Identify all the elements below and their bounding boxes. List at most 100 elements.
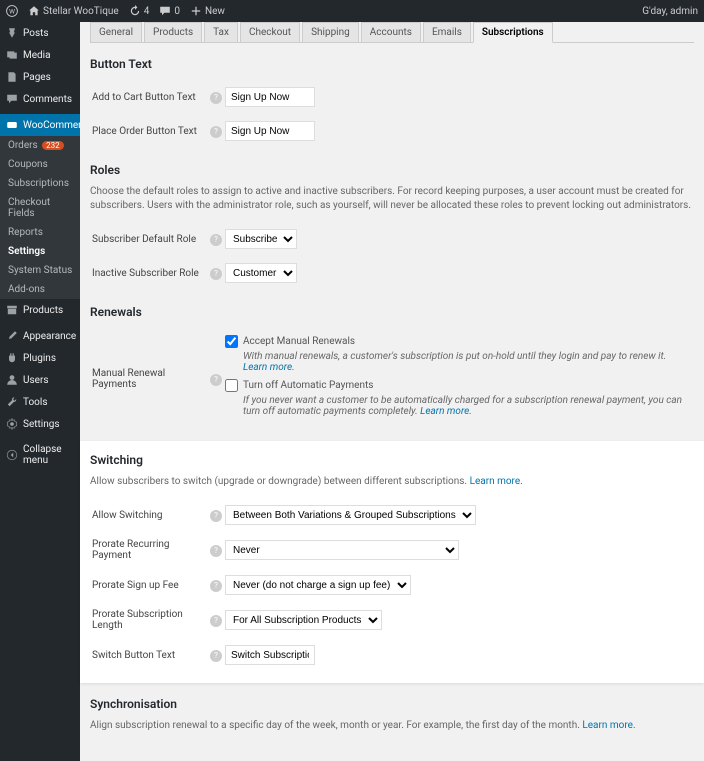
site-name[interactable]: Stellar WooTique	[28, 5, 119, 17]
sync-heading: Synchronisation	[90, 697, 694, 711]
help-icon[interactable]: ?	[210, 580, 222, 592]
wp-logo[interactable]: W	[6, 5, 18, 17]
new-content[interactable]: New	[190, 5, 225, 17]
comments-count[interactable]: 0	[159, 5, 180, 17]
learn-more-link[interactable]: Learn more	[582, 720, 633, 731]
inactive-role-label: Inactive Subscriber Role	[92, 257, 207, 289]
tab-tax[interactable]: Tax	[204, 22, 238, 42]
add-to-cart-label: Add to Cart Button Text	[92, 81, 207, 113]
help-icon[interactable]: ?	[210, 126, 222, 138]
learn-more-link[interactable]: Learn more	[243, 362, 292, 373]
turnoff-auto-label: Turn off Automatic Payments	[243, 380, 373, 391]
woocommerce-submenu: Orders 232 Coupons Subscriptions Checkou…	[0, 136, 80, 299]
help-icon[interactable]: ?	[210, 268, 222, 280]
place-order-input[interactable]	[225, 121, 315, 141]
wrench-icon	[6, 396, 18, 408]
help-icon[interactable]: ?	[210, 374, 222, 386]
user-icon	[6, 374, 18, 386]
comment-icon	[159, 5, 171, 17]
menu-users[interactable]: Users	[0, 369, 80, 391]
tab-shipping[interactable]: Shipping	[302, 22, 359, 42]
renewals-heading: Renewals	[90, 305, 694, 319]
help-icon[interactable]: ?	[210, 510, 222, 522]
menu-woocommerce[interactable]: WooCommerce	[0, 114, 80, 136]
tab-products[interactable]: Products	[144, 22, 202, 42]
help-icon[interactable]: ?	[210, 234, 222, 246]
menu-products[interactable]: Products	[0, 299, 80, 321]
submenu-settings[interactable]: Settings	[0, 242, 80, 261]
menu-media[interactable]: Media	[0, 44, 80, 66]
orders-badge: 232	[42, 141, 64, 150]
prorate-signup-label: Prorate Sign up Fee	[92, 569, 207, 601]
tab-checkout[interactable]: Checkout	[240, 22, 300, 42]
default-role-label: Subscriber Default Role	[92, 223, 207, 255]
menu-comments[interactable]: Comments	[0, 88, 80, 110]
tab-accounts[interactable]: Accounts	[361, 22, 421, 42]
home-icon	[28, 5, 40, 17]
roles-desc: Choose the default roles to assign to ac…	[90, 185, 694, 213]
prorate-length-select[interactable]: For All Subscription Products	[225, 610, 382, 630]
accept-manual-checkbox[interactable]	[225, 335, 238, 348]
learn-more-link[interactable]: Learn more	[420, 406, 469, 417]
prorate-recurring-label: Prorate Recurring Payment	[92, 533, 207, 567]
updates[interactable]: 4	[129, 5, 150, 17]
allow-switching-label: Allow Switching	[92, 499, 207, 531]
menu-posts[interactable]: Posts	[0, 22, 80, 44]
admin-bar: W Stellar WooTique 4 0 New G'day, admin	[0, 0, 704, 22]
plus-icon	[190, 5, 202, 17]
switching-desc: Allow subscribers to switch (upgrade or …	[90, 476, 467, 487]
menu-tools[interactable]: Tools	[0, 391, 80, 413]
submenu-coupons[interactable]: Coupons	[0, 155, 80, 174]
tab-general[interactable]: General	[90, 22, 142, 42]
settings-tabs: General Products Tax Checkout Shipping A…	[90, 22, 694, 43]
accept-manual-label: Accept Manual Renewals	[243, 336, 355, 347]
prorate-signup-select[interactable]: Never (do not charge a sign up fee)	[225, 575, 411, 595]
submenu-subscriptions[interactable]: Subscriptions	[0, 174, 80, 193]
learn-more-link[interactable]: Learn more	[470, 476, 521, 487]
tab-subscriptions[interactable]: Subscriptions	[473, 22, 553, 43]
submenu-checkout-fields[interactable]: Checkout Fields	[0, 193, 80, 223]
admin-sidebar: Posts Media Pages Comments WooCommerce O…	[0, 22, 80, 761]
help-icon[interactable]: ?	[210, 92, 222, 104]
submenu-orders[interactable]: Orders 232	[0, 136, 80, 155]
place-order-label: Place Order Button Text	[92, 115, 207, 147]
switch-button-text-input[interactable]	[225, 645, 315, 665]
menu-pages[interactable]: Pages	[0, 66, 80, 88]
help-icon[interactable]: ?	[210, 615, 222, 627]
settings-content: General Products Tax Checkout Shipping A…	[80, 22, 704, 761]
help-icon[interactable]: ?	[210, 650, 222, 662]
collapse-icon	[6, 449, 18, 461]
page-icon	[6, 71, 18, 83]
woocommerce-icon	[6, 119, 18, 131]
prorate-length-label: Prorate Subscription Length	[92, 603, 207, 637]
submenu-addons[interactable]: Add-ons	[0, 280, 80, 299]
allow-switching-select[interactable]: Between Both Variations & Grouped Subscr…	[225, 505, 476, 525]
roles-heading: Roles	[90, 163, 694, 177]
switch-button-text-label: Switch Button Text	[92, 639, 207, 671]
menu-appearance[interactable]: Appearance	[0, 325, 80, 347]
tab-emails[interactable]: Emails	[423, 22, 471, 42]
sync-desc: Align subscription renewal to a specific…	[90, 720, 580, 731]
submenu-system-status[interactable]: System Status	[0, 261, 80, 280]
svg-text:W: W	[9, 7, 15, 15]
help-icon[interactable]: ?	[210, 545, 222, 557]
menu-settings[interactable]: Settings	[0, 413, 80, 435]
switching-heading: Switching	[90, 453, 694, 467]
my-account[interactable]: G'day, admin	[642, 6, 698, 17]
default-role-select[interactable]: Subscriber	[225, 229, 297, 249]
accept-manual-note: With manual renewals, a customer's subsc…	[243, 351, 666, 362]
archive-icon	[6, 304, 18, 316]
comment-icon	[6, 93, 18, 105]
collapse-menu[interactable]: Collapse menu	[0, 439, 80, 471]
turnoff-auto-checkbox[interactable]	[225, 379, 238, 392]
inactive-role-select[interactable]: Customer	[225, 263, 297, 283]
gear-icon	[6, 418, 18, 430]
menu-plugins[interactable]: Plugins	[0, 347, 80, 369]
update-icon	[129, 5, 141, 17]
add-to-cart-input[interactable]	[225, 87, 315, 107]
pin-icon	[6, 27, 18, 39]
brush-icon	[6, 330, 18, 342]
media-icon	[6, 49, 18, 61]
submenu-reports[interactable]: Reports	[0, 223, 80, 242]
prorate-recurring-select[interactable]: Never	[225, 540, 459, 560]
